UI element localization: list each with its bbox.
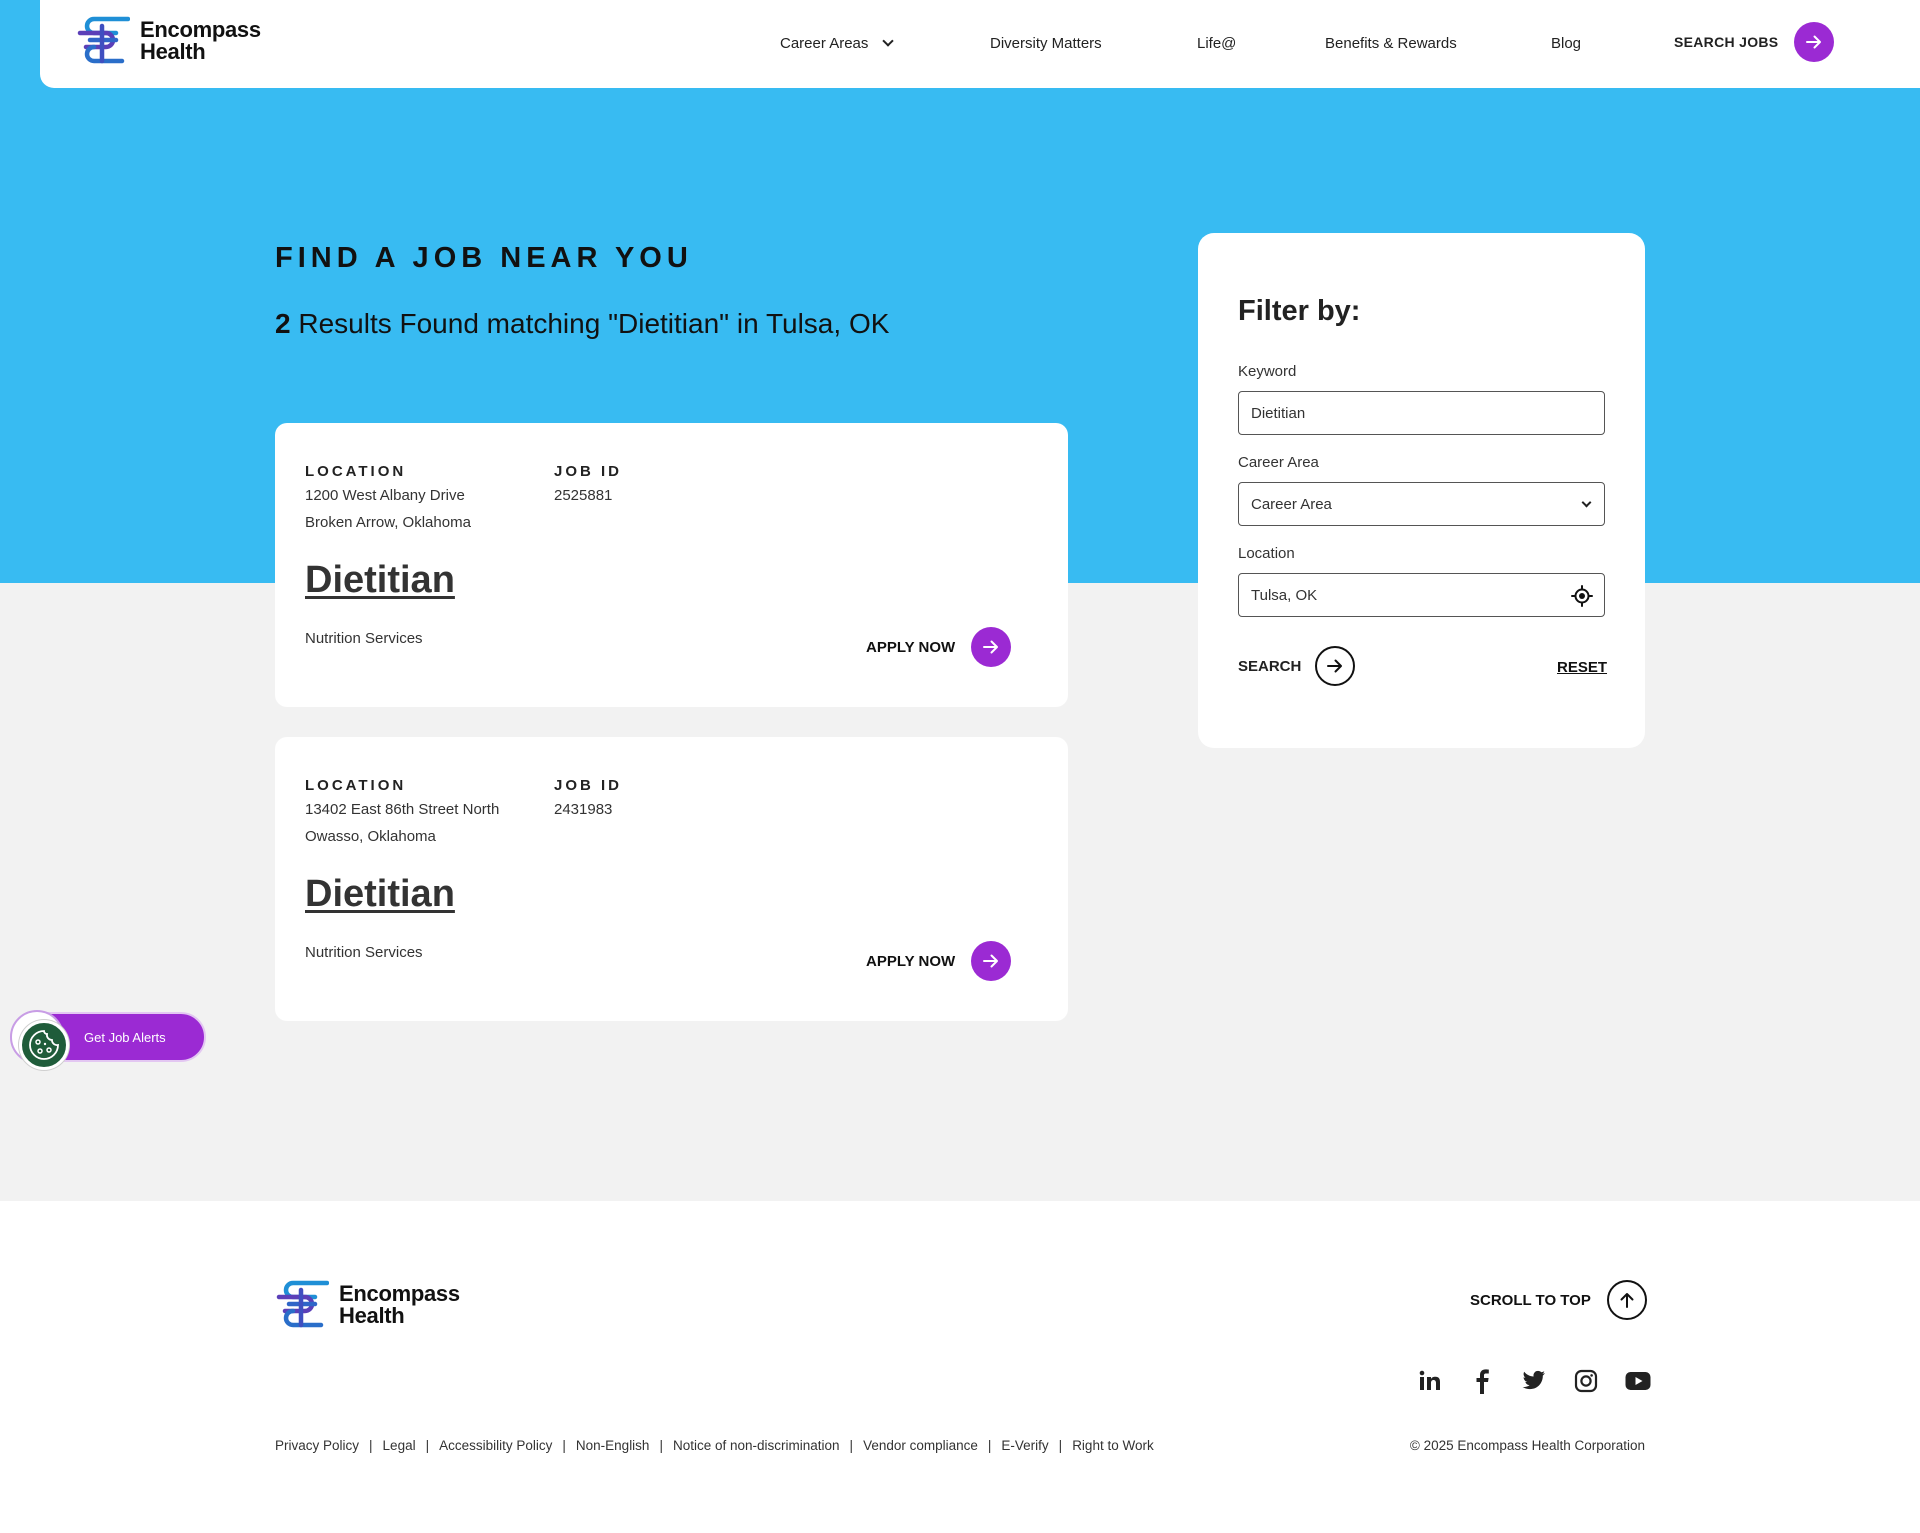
footer-link-accessibility[interactable]: Accessibility Policy xyxy=(439,1438,552,1453)
link-separator: | xyxy=(562,1438,566,1453)
copyright-text: © 2025 Encompass Health Corporation xyxy=(1409,1438,1645,1453)
keyword-input[interactable]: Dietitian xyxy=(1238,391,1605,435)
job-id-label: JOB ID xyxy=(554,777,623,794)
job-department: Nutrition Services xyxy=(305,630,423,647)
logo-line2: Health xyxy=(140,39,206,64)
search-jobs-button[interactable]: SEARCH JOBS xyxy=(1674,22,1835,62)
location-label: LOCATION xyxy=(305,777,407,794)
results-count: 2 xyxy=(275,308,291,339)
job-card: LOCATION JOB ID 13402 East 86th Street N… xyxy=(275,737,1068,1021)
apply-now-button[interactable]: APPLY NOW xyxy=(866,627,1012,667)
apply-now-label: APPLY NOW xyxy=(866,952,956,970)
nav-diversity-matters[interactable]: Diversity Matters xyxy=(990,35,1102,52)
job-id-label: JOB ID xyxy=(554,463,623,480)
footer-link-non-discrimination[interactable]: Notice of non-discrimination xyxy=(673,1438,840,1453)
location-label: Location xyxy=(1238,545,1295,562)
job-department: Nutrition Services xyxy=(305,944,423,961)
job-title-link[interactable]: Dietitian xyxy=(305,873,455,916)
keyword-label: Keyword xyxy=(1238,363,1297,380)
link-separator: | xyxy=(987,1438,992,1453)
footer-logo[interactable]: Encompass Health xyxy=(275,1280,460,1330)
footer-link-legal[interactable]: Legal xyxy=(383,1438,416,1453)
scroll-to-top-label: SCROLL TO TOP xyxy=(1470,1291,1591,1309)
footer-link-vendor-compliance[interactable]: Vendor compliance xyxy=(863,1438,978,1453)
arrow-right-icon xyxy=(1315,646,1356,686)
cookie-settings-button[interactable] xyxy=(19,1020,69,1070)
nav-career-areas-label: Career Areas xyxy=(780,35,869,52)
encompass-logo-icon xyxy=(77,16,130,64)
address-line2: Broken Arrow, Oklahoma xyxy=(305,514,471,531)
filter-heading: Filter by: xyxy=(1238,295,1361,327)
location-label: LOCATION xyxy=(305,463,407,480)
link-separator: | xyxy=(369,1438,373,1453)
logo-text: Encompass Health xyxy=(339,1283,460,1327)
job-id-value: 2525881 xyxy=(554,487,613,504)
arrow-right-icon xyxy=(1794,22,1835,62)
footer-link-non-english[interactable]: Non-English xyxy=(576,1438,650,1453)
link-separator: | xyxy=(1058,1438,1063,1453)
apply-now-button[interactable]: APPLY NOW xyxy=(866,941,1012,981)
footer-link-e-verify[interactable]: E-Verify xyxy=(1001,1438,1048,1453)
address-line1: 13402 East 86th Street North xyxy=(305,801,500,818)
job-title-link[interactable]: Dietitian xyxy=(305,559,455,602)
header-logo[interactable]: Encompass Health xyxy=(76,16,261,66)
logo-line2: Health xyxy=(339,1303,405,1328)
keyword-value: Dietitian xyxy=(1251,404,1306,422)
logo-line1: Encompass xyxy=(140,17,261,42)
nav-blog[interactable]: Blog xyxy=(1551,35,1581,52)
arrow-up-icon xyxy=(1606,1280,1647,1320)
linkedin-icon[interactable] xyxy=(1416,1367,1444,1395)
results-summary: 2 Results Found matching "Dietitian" in … xyxy=(275,308,889,340)
footer-links: Privacy Policy | Legal | Accessibility Pol… xyxy=(275,1438,1154,1453)
link-separator: | xyxy=(849,1438,854,1453)
address-line2: Owasso, Oklahoma xyxy=(305,828,436,845)
results-text: Results Found matching "Dietitian" in Tu… xyxy=(290,308,890,339)
job-address: 1200 West Albany Drive Broken Arrow, Okl… xyxy=(305,482,471,536)
page-title: FIND A JOB NEAR YOU xyxy=(275,242,693,274)
job-card: LOCATION JOB ID 1200 West Albany Drive B… xyxy=(275,423,1068,707)
encompass-logo-icon xyxy=(276,1280,329,1328)
locate-me-icon[interactable] xyxy=(1570,584,1594,608)
search-jobs-label: SEARCH JOBS xyxy=(1674,34,1779,50)
location-value: Tulsa, OK xyxy=(1251,586,1318,604)
scroll-to-top-button[interactable]: SCROLL TO TOP xyxy=(1470,1280,1647,1320)
get-job-alerts-label: Get Job Alerts xyxy=(84,1030,166,1045)
link-separator: | xyxy=(425,1438,430,1453)
site-header: Encompass Health Career Areas Diversity … xyxy=(40,0,1920,88)
nav-life[interactable]: Life@ xyxy=(1197,35,1236,52)
social-links xyxy=(1416,1367,1652,1395)
career-area-label: Career Area xyxy=(1238,454,1319,471)
filter-reset-button[interactable]: RESET xyxy=(1557,659,1607,676)
filter-search-label: SEARCH xyxy=(1238,657,1302,675)
job-address: 13402 East 86th Street North Owasso, Okl… xyxy=(305,796,499,850)
arrow-right-icon xyxy=(971,941,1012,981)
logo-text: Encompass Health xyxy=(140,19,261,63)
job-id-value: 2431983 xyxy=(554,801,613,818)
cookie-icon xyxy=(29,1030,59,1060)
nav-benefits-rewards[interactable]: Benefits & Rewards xyxy=(1325,35,1457,52)
facebook-icon[interactable] xyxy=(1468,1367,1496,1395)
twitter-icon[interactable] xyxy=(1520,1367,1548,1395)
arrow-right-icon xyxy=(971,627,1012,667)
chevron-down-icon xyxy=(1581,497,1592,508)
link-separator: | xyxy=(659,1438,663,1453)
nav-career-areas[interactable]: Career Areas xyxy=(780,35,895,52)
location-input[interactable]: Tulsa, OK xyxy=(1238,573,1605,617)
youtube-icon[interactable] xyxy=(1624,1367,1652,1395)
chevron-down-icon xyxy=(882,35,895,47)
filter-search-button[interactable]: SEARCH xyxy=(1238,646,1356,686)
career-area-select[interactable]: Career Area xyxy=(1238,482,1605,526)
footer-link-privacy-policy[interactable]: Privacy Policy xyxy=(275,1438,359,1453)
instagram-icon[interactable] xyxy=(1572,1367,1600,1395)
logo-line1: Encompass xyxy=(339,1281,460,1306)
footer-link-right-to-work[interactable]: Right to Work xyxy=(1072,1438,1154,1453)
apply-now-label: APPLY NOW xyxy=(866,638,956,656)
address-line1: 1200 West Albany Drive xyxy=(305,487,465,504)
career-area-value: Career Area xyxy=(1251,495,1332,513)
filter-panel: Filter by: Keyword Dietitian Career Area… xyxy=(1198,233,1645,748)
site-footer: Encompass Health SCROLL TO TOP Privacy P… xyxy=(0,1201,1920,1533)
